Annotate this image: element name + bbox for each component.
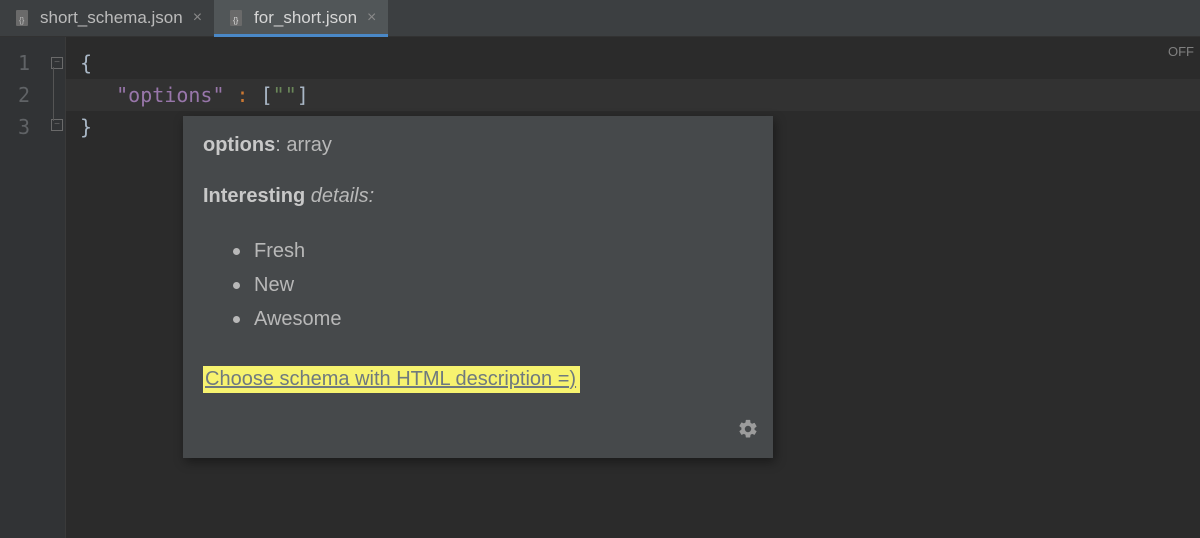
- tab-label: for_short.json: [254, 8, 357, 28]
- fold-line: [53, 67, 54, 121]
- line-number: 1: [0, 47, 30, 79]
- close-icon[interactable]: ×: [191, 8, 204, 28]
- bullet-icon: [233, 248, 240, 255]
- tab-label: short_schema.json: [40, 8, 183, 28]
- popup-subtitle: Interesting details:: [203, 185, 753, 208]
- svg-text:{}: {}: [233, 16, 239, 25]
- list-item: Fresh: [233, 234, 753, 268]
- list-item-label: Awesome: [254, 308, 341, 331]
- list-item-label: Fresh: [254, 240, 305, 263]
- line-number: 2: [0, 79, 30, 111]
- tab-bar: {} short_schema.json × {} for_short.json…: [0, 0, 1200, 37]
- code-line: {: [80, 47, 1200, 79]
- code-line-current: "options" : [""]: [66, 79, 1200, 111]
- schema-note-link[interactable]: Choose schema with HTML description =): [203, 366, 580, 393]
- bullet-icon: [233, 282, 240, 289]
- line-gutter: 1 2 3: [0, 37, 48, 538]
- tab-for-short[interactable]: {} for_short.json ×: [214, 0, 388, 36]
- svg-text:{}: {}: [19, 16, 25, 25]
- json-file-icon: {}: [228, 9, 246, 27]
- popup-list: Fresh New Awesome: [203, 234, 753, 336]
- popup-title: options: array: [203, 134, 753, 157]
- bullet-icon: [233, 316, 240, 323]
- close-icon[interactable]: ×: [365, 8, 378, 28]
- json-file-icon: {}: [14, 9, 32, 27]
- tab-short-schema[interactable]: {} short_schema.json ×: [0, 0, 214, 36]
- fold-gutter: − −: [48, 37, 66, 538]
- list-item: New: [233, 268, 753, 302]
- inspection-off-indicator[interactable]: OFF: [1168, 44, 1194, 59]
- line-number: 3: [0, 111, 30, 143]
- gear-icon[interactable]: [737, 418, 759, 446]
- list-item: Awesome: [233, 302, 753, 336]
- documentation-popup: options: array Interesting details: Fres…: [183, 116, 773, 458]
- list-item-label: New: [254, 274, 294, 297]
